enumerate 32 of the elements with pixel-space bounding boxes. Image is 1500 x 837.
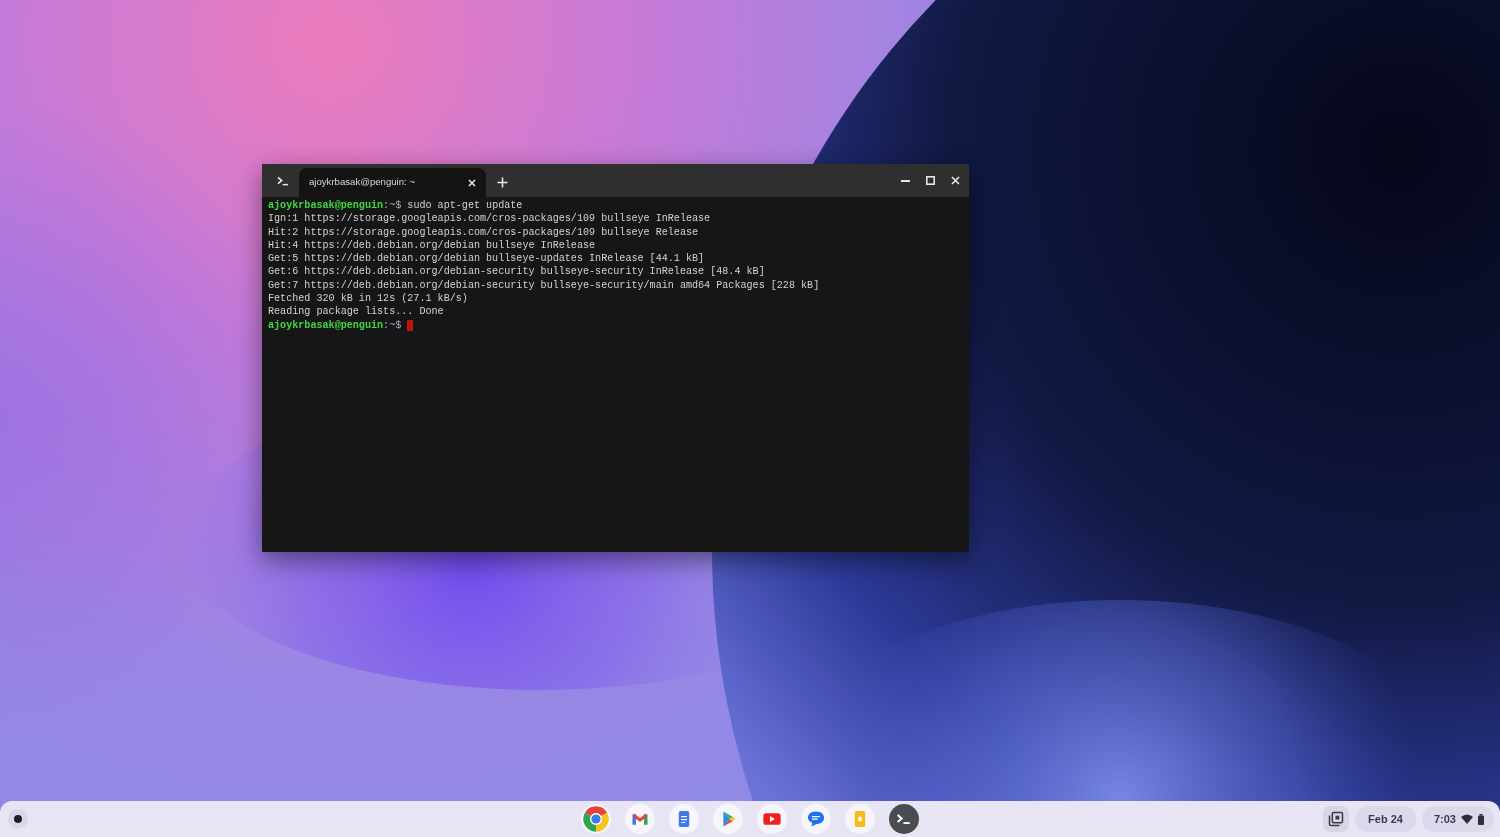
minimize-icon xyxy=(900,179,910,182)
wifi-icon xyxy=(1461,814,1473,824)
close-icon xyxy=(468,178,476,187)
output-line: Fetched 320 kB in 12s (27.1 kB/s) xyxy=(268,292,468,306)
play-icon[interactable] xyxy=(713,804,743,834)
video-play-icon[interactable] xyxy=(757,804,787,834)
output-line: Hit:2 https://storage.googleapis.com/cros-packages/109 bullseye Release xyxy=(268,225,699,239)
close-icon xyxy=(950,176,960,185)
output-line: Get:7 https://deb.debian.org/debian-security bullseye-security/main amd64 Packages [228 kB] xyxy=(268,278,820,293)
terminal-icon[interactable] xyxy=(889,804,919,834)
output-line: Get:6 https://deb.debian.org/debian-security bullseye-security InRelease [48.4 kB] xyxy=(268,265,765,279)
date-button[interactable]: Feb 24 xyxy=(1355,806,1416,832)
plus-icon xyxy=(496,176,508,188)
prompt-line: ajoykrbasak@penguin:~$ xyxy=(268,318,402,332)
browser-icon[interactable] xyxy=(581,804,611,834)
output-line: Hit:4 https://deb.debian.org/debian bullseye InRelease xyxy=(268,238,596,253)
output-line: Reading package lists... Done xyxy=(268,305,444,319)
terminal-tab[interactable]: ajoykrbasak@penguin: ~ xyxy=(299,168,486,197)
output-line: Ign:1 https://storage.googleapis.com/cros-packages/109 bullseye InRelease xyxy=(268,212,711,226)
chat-bubble-icon[interactable] xyxy=(801,804,831,834)
status-tray-button[interactable]: 7:03 xyxy=(1421,806,1494,832)
maximize-icon xyxy=(925,176,935,185)
mail-icon[interactable] xyxy=(625,804,655,834)
battery-icon xyxy=(1478,813,1484,825)
launcher-icon[interactable] xyxy=(8,809,28,829)
terminal-icon xyxy=(277,175,289,186)
prompt-line: ajoykrbasak@penguin:~$ sudo apt-get update xyxy=(268,199,523,213)
stacked-squares-icon[interactable] xyxy=(1323,806,1350,832)
output-line: Get:5 https://deb.debian.org/debian bullseye-updates InRelease [44.1 kB] xyxy=(268,252,705,266)
document-icon[interactable] xyxy=(669,804,699,834)
time-text: 7:03 xyxy=(1433,811,1456,827)
tab-title: ajoykrbasak@penguin: ~ xyxy=(309,175,416,190)
